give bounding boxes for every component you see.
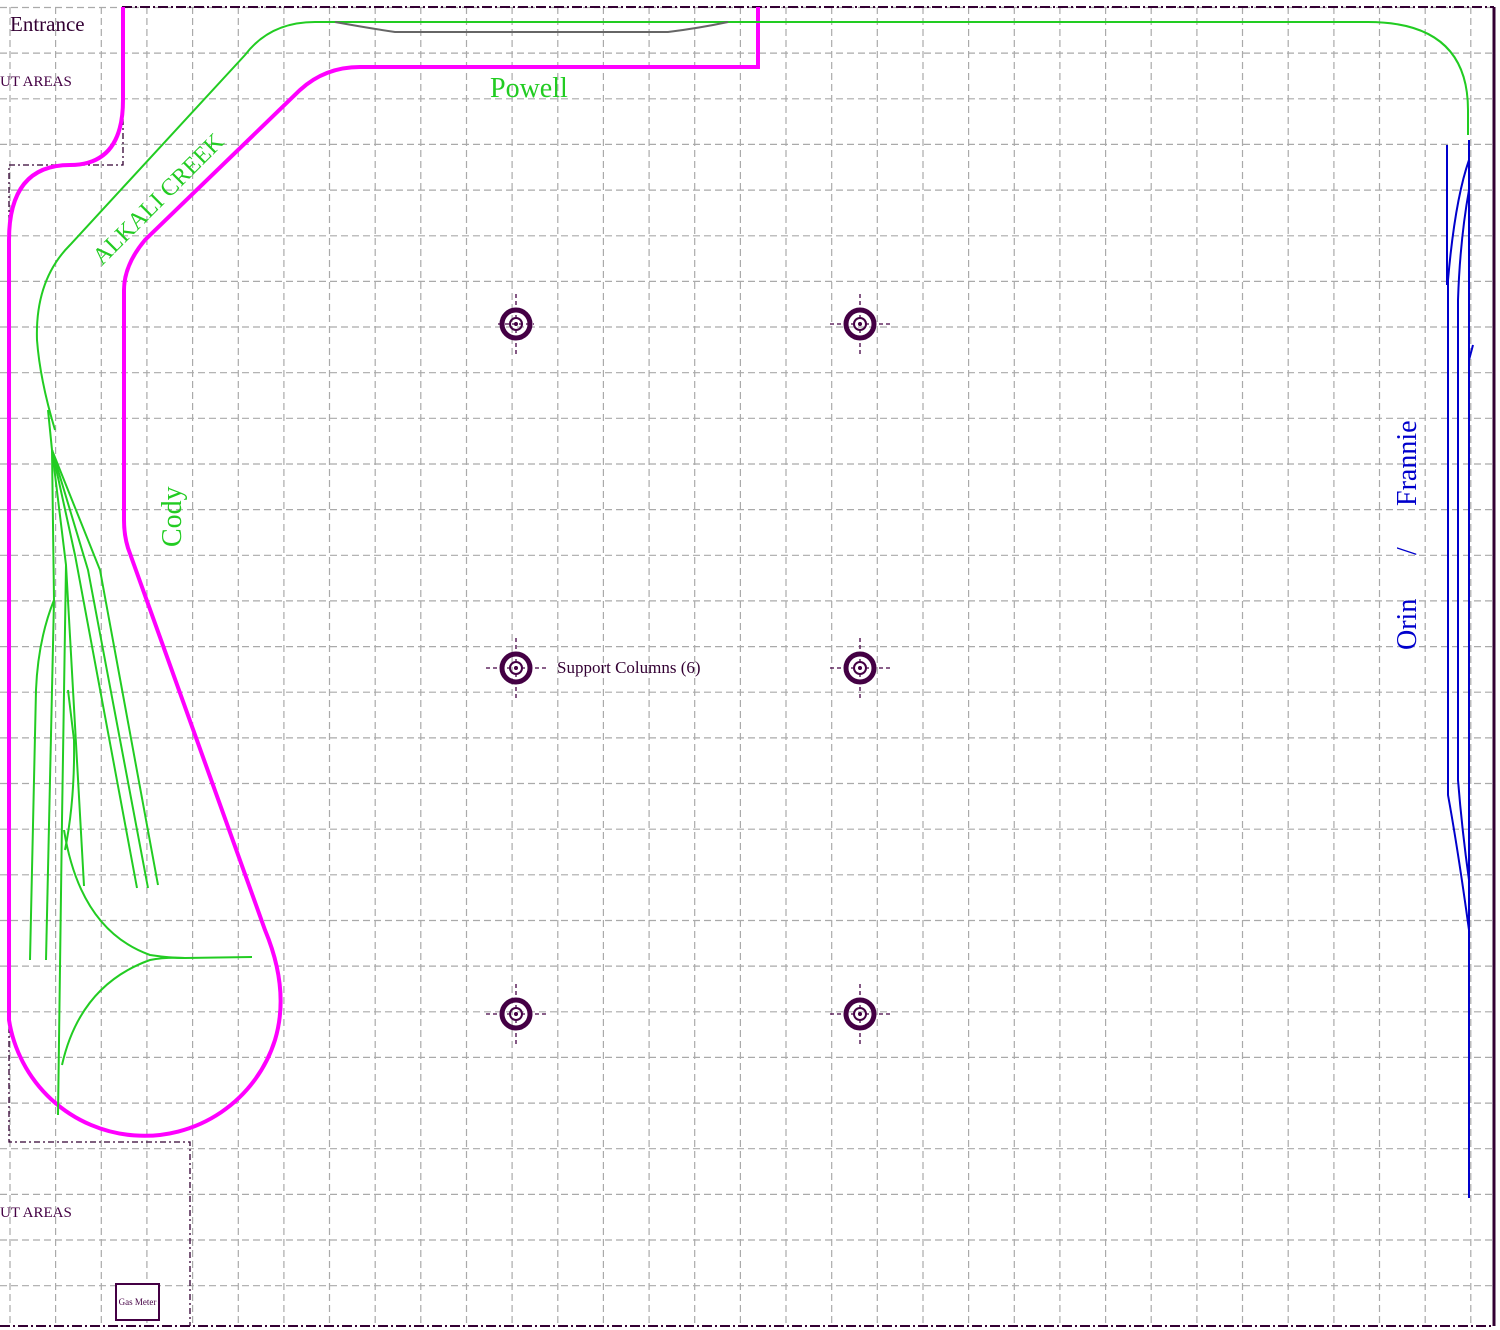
- cody-label: Cody: [157, 486, 188, 547]
- frannie-label: Frannie: [1392, 420, 1423, 506]
- orin-frannie-separator: /: [1392, 547, 1423, 555]
- keep-out-label-bottom: UT AREAS: [0, 1205, 72, 1221]
- entrance-label: Entrance: [10, 12, 85, 36]
- track-plan-diagram: Gas Meter Entrance UT AREAS UT AREAS Pow…: [0, 0, 1500, 1330]
- orin-label: Orin: [1392, 599, 1423, 650]
- background: [0, 0, 1500, 1330]
- keep-out-label-top: UT AREAS: [0, 74, 72, 90]
- gas-meter: Gas Meter: [115, 1283, 160, 1321]
- support-columns-label: Support Columns (6): [557, 658, 701, 677]
- powell-label: Powell: [490, 73, 568, 104]
- gas-meter-label: Gas Meter: [119, 1297, 157, 1307]
